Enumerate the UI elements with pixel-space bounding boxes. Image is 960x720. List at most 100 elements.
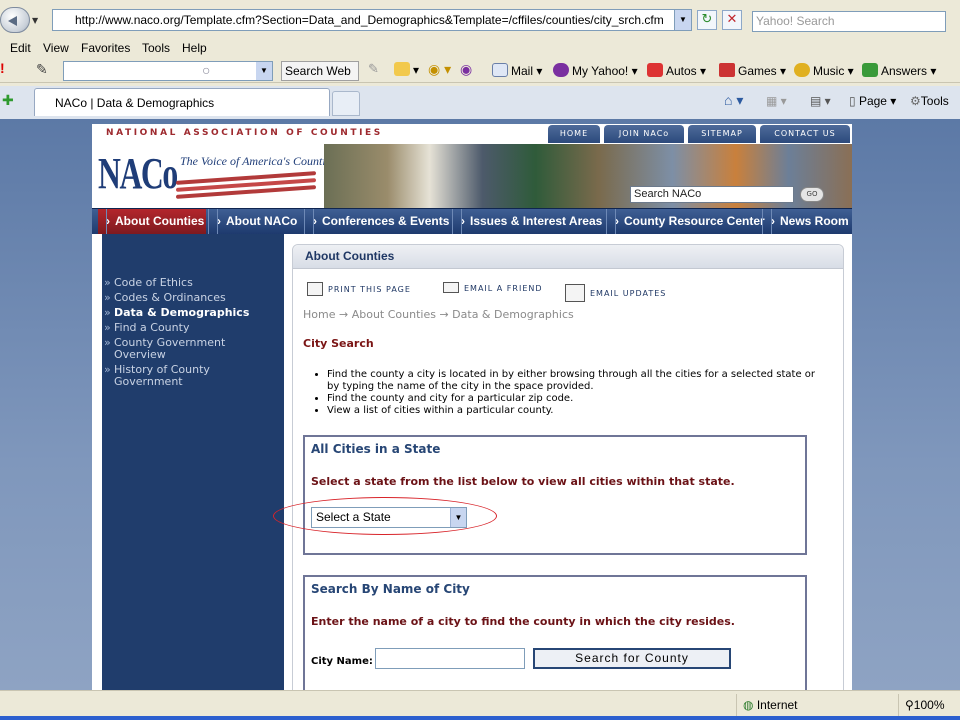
- state-search-box: All Cities in a State Select a state fro…: [273, 435, 807, 555]
- page-viewport: NATIONAL ASSOCIATION OF COUNTIES HOME JO…: [0, 119, 960, 690]
- nav-issues[interactable]: Issues & Interest Areas ›: [452, 209, 604, 234]
- pencil-icon[interactable]: ✎: [36, 61, 48, 78]
- answers-button[interactable]: Answers ▾: [862, 63, 936, 78]
- tab-row: ✚ NACo | Data & Demographics ⌂ ▾ ▦ ▾ ▤ ▾…: [0, 86, 960, 119]
- sidebar-item-codes-ordinances[interactable]: Codes & Ordinances: [104, 292, 279, 305]
- menu-view[interactable]: View: [43, 41, 69, 55]
- taskbar-edge: [0, 716, 960, 720]
- mail-button[interactable]: Mail ▾: [492, 63, 542, 78]
- nav-about-naco[interactable]: About NACo ›: [208, 209, 300, 234]
- breadcrumb-home[interactable]: Home: [303, 308, 335, 321]
- toolbar-search-box[interactable]: ○ ▼: [63, 61, 273, 81]
- home-icon[interactable]: ⌂ ▾: [724, 92, 743, 109]
- menu-help[interactable]: Help: [182, 41, 207, 55]
- refresh-icon[interactable]: ↻: [697, 10, 717, 30]
- sidebar: Code of Ethics Codes & Ordinances Data &…: [102, 234, 284, 690]
- main-nav: About Counties › About NACo › Conference…: [92, 208, 852, 234]
- topnav-join[interactable]: JOIN NACo: [604, 125, 684, 143]
- page-heading: City Search: [303, 337, 374, 350]
- instructions-list: Find the county a city is located in by …: [315, 369, 825, 417]
- my-yahoo-button[interactable]: My Yahoo! ▾: [553, 63, 638, 78]
- globe-icon[interactable]: ◉ ▾: [428, 61, 451, 78]
- yahoo-y-icon[interactable]: !: [0, 60, 5, 76]
- address-bar[interactable]: http://www.naco.org/Template.cfm?Section…: [52, 9, 692, 31]
- messenger-icon[interactable]: ◉: [460, 61, 472, 78]
- print-page-link[interactable]: PRINT THIS PAGE: [307, 282, 411, 296]
- menu-bar: Edit View Favorites Tools Help: [0, 38, 960, 58]
- breadcrumb-separator: →: [439, 308, 449, 321]
- autos-button[interactable]: Autos ▾: [647, 63, 706, 78]
- printer-icon: [307, 282, 323, 296]
- org-name: NATIONAL ASSOCIATION OF COUNTIES: [106, 128, 383, 138]
- city-box-title: Search By Name of City: [311, 582, 470, 596]
- email-friend-link[interactable]: EMAIL A FRIEND: [443, 282, 543, 293]
- content-panel: About Counties PRINT THIS PAGE EMAIL A F…: [273, 244, 844, 690]
- sidebar-item-history[interactable]: History of County Government: [104, 364, 224, 388]
- stop-icon[interactable]: ✕: [722, 10, 742, 30]
- menu-tools[interactable]: Tools: [142, 41, 170, 55]
- search-for-county-button[interactable]: Search for County: [533, 648, 731, 669]
- history-dropdown-icon[interactable]: ▼: [32, 16, 38, 25]
- mail-icon: [492, 63, 508, 77]
- nav-county-resource-center[interactable]: County Resource Center ›: [606, 209, 765, 234]
- nav-conferences[interactable]: Conferences & Events ›: [304, 209, 450, 234]
- highlight-icon[interactable]: ✎: [368, 61, 379, 77]
- globe-icon: ◍: [743, 698, 757, 712]
- city-name-input[interactable]: [375, 648, 525, 669]
- sidebar-item-find-county[interactable]: Find a County: [104, 322, 279, 335]
- content-title: About Counties: [305, 249, 395, 263]
- new-tab-button[interactable]: [332, 91, 360, 116]
- yahoo-toolbar: ! ✎ ○ ▼ Search Web ▾ ✎ ▾ ◉ ▾ ◉ Mail ▾ My…: [0, 59, 960, 96]
- answers-icon: [862, 63, 878, 77]
- site-search-input[interactable]: Search NACo: [630, 186, 794, 203]
- address-dropdown-icon[interactable]: ▼: [674, 10, 691, 30]
- back-button[interactable]: [0, 7, 30, 33]
- breadcrumb: Home → About Counties → Data & Demograph…: [303, 308, 574, 321]
- nav-about-counties[interactable]: About Counties ›: [98, 209, 206, 234]
- sidebar-item-data-demographics[interactable]: Data & Demographics: [104, 307, 279, 320]
- naco-site: NATIONAL ASSOCIATION OF COUNTIES HOME JO…: [92, 124, 852, 690]
- tab-naco[interactable]: NACo | Data & Demographics: [34, 88, 330, 116]
- logo-wordmark: NACo: [98, 149, 178, 198]
- address-row: ▼ http://www.naco.org/Template.cfm?Secti…: [0, 4, 960, 34]
- logo-tagline: The Voice of America's Counties: [180, 154, 336, 168]
- city-box-description: Enter the name of a city to find the cou…: [311, 615, 735, 628]
- magnifier-icon: ⚲: [905, 698, 914, 712]
- my-yahoo-icon: [553, 63, 569, 77]
- content-header: About Counties: [293, 245, 843, 269]
- feeds-icon[interactable]: ▦ ▾: [766, 94, 787, 108]
- site-header: NATIONAL ASSOCIATION OF COUNTIES HOME JO…: [92, 124, 852, 208]
- topnav-sitemap[interactable]: SITEMAP: [688, 125, 756, 143]
- breadcrumb-about[interactable]: About Counties: [352, 308, 436, 321]
- add-favorites-icon[interactable]: ✚: [2, 93, 14, 109]
- email-updates-link[interactable]: EMAIL UPDATES: [565, 284, 666, 302]
- zoom-level[interactable]: ⚲100%: [898, 694, 960, 716]
- games-button[interactable]: Games ▾: [719, 63, 786, 78]
- search-web-button[interactable]: Search Web ▾: [281, 61, 359, 96]
- list-item: Find the county and city for a particula…: [327, 393, 825, 405]
- browser-chrome: ▼ http://www.naco.org/Template.cfm?Secti…: [0, 0, 960, 119]
- popup-blocker-icon[interactable]: ▾: [394, 62, 419, 77]
- nav-news-room[interactable]: News Room ›: [762, 209, 850, 234]
- music-button[interactable]: Music ▾: [794, 63, 854, 78]
- menu-edit[interactable]: Edit: [10, 41, 31, 55]
- list-item: View a list of cities within a particula…: [327, 405, 825, 417]
- gear-icon: ⚙: [910, 94, 921, 108]
- envelope-icon: [443, 282, 459, 293]
- topnav-contact[interactable]: CONTACT US: [760, 125, 850, 143]
- yahoo-search-input[interactable]: Yahoo! Search: [752, 11, 946, 32]
- state-box-description: Select a state from the list below to vi…: [311, 475, 735, 488]
- naco-logo[interactable]: NACo The Voice of America's Counties: [98, 146, 336, 202]
- site-search-go-button[interactable]: GO: [800, 187, 824, 202]
- mailbox-icon: [565, 284, 585, 302]
- page-menu[interactable]: ▯ Page ▾: [849, 94, 896, 108]
- topnav-home[interactable]: HOME: [548, 125, 600, 143]
- security-zone: ◍ Internet: [736, 694, 896, 716]
- tools-menu[interactable]: ⚙Tools: [910, 94, 949, 108]
- toolbar-search-dropdown-icon[interactable]: ▼: [256, 62, 272, 80]
- sidebar-item-gov-overview[interactable]: County Government Overview: [104, 337, 234, 361]
- menu-favorites[interactable]: Favorites: [81, 41, 130, 55]
- print-icon[interactable]: ▤ ▾: [810, 94, 831, 108]
- sidebar-item-code-of-ethics[interactable]: Code of Ethics: [104, 277, 279, 290]
- magnifier-icon: ○: [202, 62, 211, 78]
